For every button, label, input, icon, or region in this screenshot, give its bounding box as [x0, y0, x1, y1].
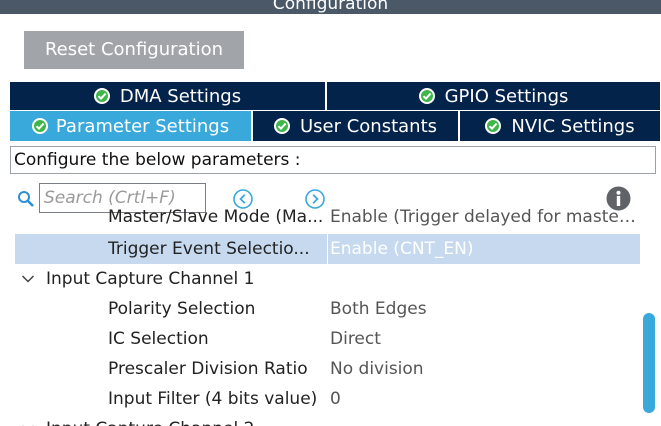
tab-parameter-settings[interactable]: Parameter Settings [10, 111, 253, 141]
tab-label: GPIO Settings [444, 85, 569, 107]
tree-group-input-capture-channel-1[interactable]: Input Capture Channel 1 [0, 264, 640, 294]
param-name: Polarity Selection [108, 299, 256, 319]
param-value: Direct [330, 329, 381, 349]
tree-row-trigger-event-selection[interactable]: Trigger Event Selectio... Enable (CNT_EN… [0, 234, 640, 264]
window-title: Configuration [272, 0, 389, 14]
parameters-section-header: Configure the below parameters : [10, 146, 656, 174]
tab-nvic-settings[interactable]: NVIC Settings [460, 111, 660, 141]
reset-configuration-button[interactable]: Reset Configuration [24, 31, 244, 69]
tab-dma-settings[interactable]: DMA Settings [10, 82, 327, 110]
tab-label: Parameter Settings [55, 115, 230, 137]
param-name: Prescaler Division Ratio [108, 359, 308, 379]
tree-row-input-filter[interactable]: Input Filter (4 bits value) 0 [0, 384, 640, 414]
tab-label: DMA Settings [119, 85, 242, 107]
tab-label: User Constants [299, 115, 438, 137]
param-name: Trigger Event Selectio... [108, 239, 310, 259]
param-value: Enable (CNT_EN) [330, 239, 474, 259]
tab-gpio-settings[interactable]: GPIO Settings [327, 82, 660, 110]
tree-group-input-capture-channel-2[interactable]: Input Capture Channel 2 [0, 414, 640, 426]
param-value: Enable (Trigger delayed for master... [330, 207, 640, 227]
tab-row-bottom: Parameter Settings User Constants NVIC S… [10, 111, 660, 141]
check-circle-icon [93, 88, 110, 104]
check-circle-icon [485, 118, 502, 134]
check-circle-icon [273, 118, 290, 134]
chevron-down-icon[interactable] [21, 273, 35, 285]
scrollbar-thumb[interactable] [643, 313, 655, 413]
tab-label: NVIC Settings [511, 115, 635, 137]
group-name: Input Capture Channel 2 [46, 414, 254, 426]
tab-row-top: DMA Settings GPIO Settings [10, 82, 660, 110]
tree-row-ic-selection[interactable]: IC Selection Direct [0, 324, 640, 354]
tree-row-polarity-selection[interactable]: Polarity Selection Both Edges [0, 294, 640, 324]
param-name: Master/Slave Mode (Ma... [108, 207, 324, 227]
window-title-bar: Configuration [0, 0, 661, 14]
param-name: Input Filter (4 bits value) [108, 389, 318, 409]
tree-row-master-slave-mode[interactable]: Master/Slave Mode (Ma... Enable (Trigger… [0, 206, 640, 232]
param-value: 0 [330, 389, 341, 409]
tree-row-prescaler-division-ratio[interactable]: Prescaler Division Ratio No division [0, 354, 640, 384]
check-circle-icon [418, 88, 435, 104]
param-value: Both Edges [330, 299, 427, 319]
param-value: No division [330, 359, 424, 379]
check-circle-icon [31, 118, 48, 134]
group-name: Input Capture Channel 1 [46, 269, 255, 289]
tab-user-constants[interactable]: User Constants [253, 111, 460, 141]
param-name: IC Selection [108, 329, 209, 349]
parameter-tree: Master/Slave Mode (Ma... Enable (Trigger… [0, 206, 640, 426]
column-separator [327, 234, 328, 264]
